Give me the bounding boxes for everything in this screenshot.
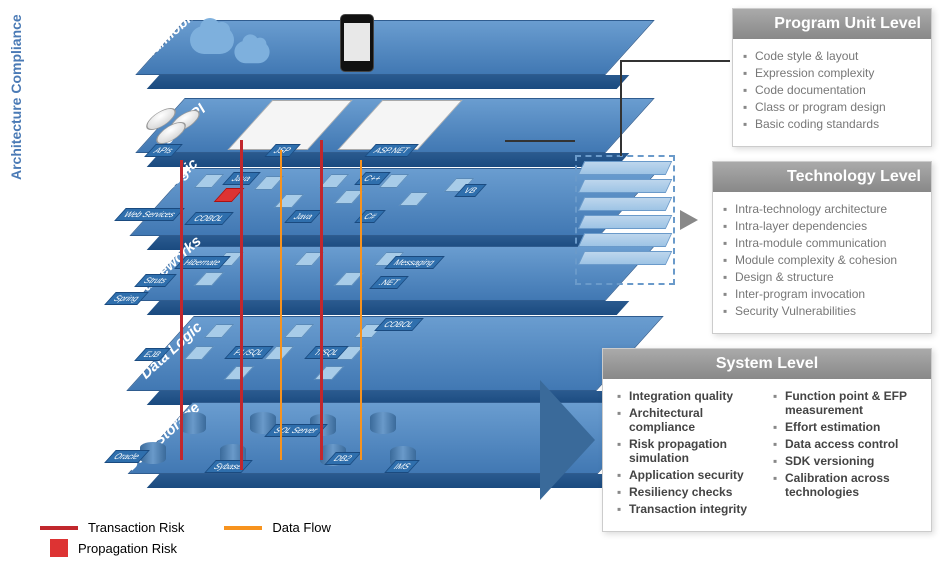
data-flow-line (360, 160, 362, 460)
list-item: Integration quality (629, 389, 763, 403)
list-item: Application security (629, 468, 763, 482)
list-item: Inter-program invocation (735, 287, 919, 301)
tech-webservices: Web Services (114, 208, 185, 221)
system-title: System Level (603, 349, 931, 379)
list-item: Class or program design (755, 100, 919, 114)
list-item: Calibration across technologies (785, 471, 919, 499)
program-unit-title: Program Unit Level (733, 9, 931, 39)
cloud-icon (234, 41, 269, 63)
transaction-risk-line (240, 140, 243, 470)
list-item: Transaction integrity (629, 502, 763, 516)
transaction-risk-line (320, 140, 323, 460)
list-item: Module complexity & cohesion (735, 253, 919, 267)
transaction-risk-line (180, 160, 183, 460)
system-panel: System Level Integration quality Archite… (602, 348, 932, 532)
smartphone-icon (340, 14, 374, 72)
technology-title: Technology Level (713, 162, 931, 192)
list-item: Architectural compliance (629, 406, 763, 434)
database-icon (180, 412, 206, 434)
program-unit-list: Code style & layout Expression complexit… (733, 39, 931, 146)
list-item: Intra-technology architecture (735, 202, 919, 216)
technology-list: Intra-technology architecture Intra-laye… (713, 192, 931, 333)
architecture-stack: Cloud/Mobile UI / API APIs JSP ASP.NET B… (40, 10, 580, 520)
system-list-col2: Function point & EFP measurement Effort … (767, 389, 923, 499)
list-item: SDK versioning (785, 454, 919, 468)
program-unit-panel: Program Unit Level Code style & layout E… (732, 8, 932, 147)
big-arrow-icon (540, 380, 595, 500)
system-list-col1: Integration quality Architectural compli… (611, 389, 767, 516)
propagation-risk-swatch (50, 539, 68, 557)
database-icon (370, 412, 396, 434)
list-item: Effort estimation (785, 420, 919, 434)
list-item: Security Vulnerabilities (735, 304, 919, 318)
data-flow-line (280, 150, 282, 460)
list-item: Resiliency checks (629, 485, 763, 499)
list-item: Code style & layout (755, 49, 919, 63)
legend-dataflow: Data Flow (272, 520, 331, 535)
tech-spring: Spring (104, 292, 149, 305)
list-item: Code documentation (755, 83, 919, 97)
data-flow-swatch (224, 526, 262, 530)
list-item: Intra-module communication (735, 236, 919, 250)
legend-transaction: Transaction Risk (88, 520, 184, 535)
cloud-icon (190, 26, 234, 54)
list-item: Function point & EFP measurement (785, 389, 919, 417)
legend: Transaction Risk Data Flow Propagation R… (40, 520, 331, 561)
transaction-risk-swatch (40, 526, 78, 530)
list-item: Risk propagation simulation (629, 437, 763, 465)
connector-line (505, 140, 575, 142)
architecture-compliance-label: Architecture Compliance (8, 14, 24, 180)
list-item: Design & structure (735, 270, 919, 284)
legend-propagation: Propagation Risk (78, 541, 177, 556)
list-item: Basic coding standards (755, 117, 919, 131)
technology-panel: Technology Level Intra-technology archit… (712, 161, 932, 334)
list-item: Data access control (785, 437, 919, 451)
list-item: Intra-layer dependencies (735, 219, 919, 233)
list-item: Expression complexity (755, 66, 919, 80)
